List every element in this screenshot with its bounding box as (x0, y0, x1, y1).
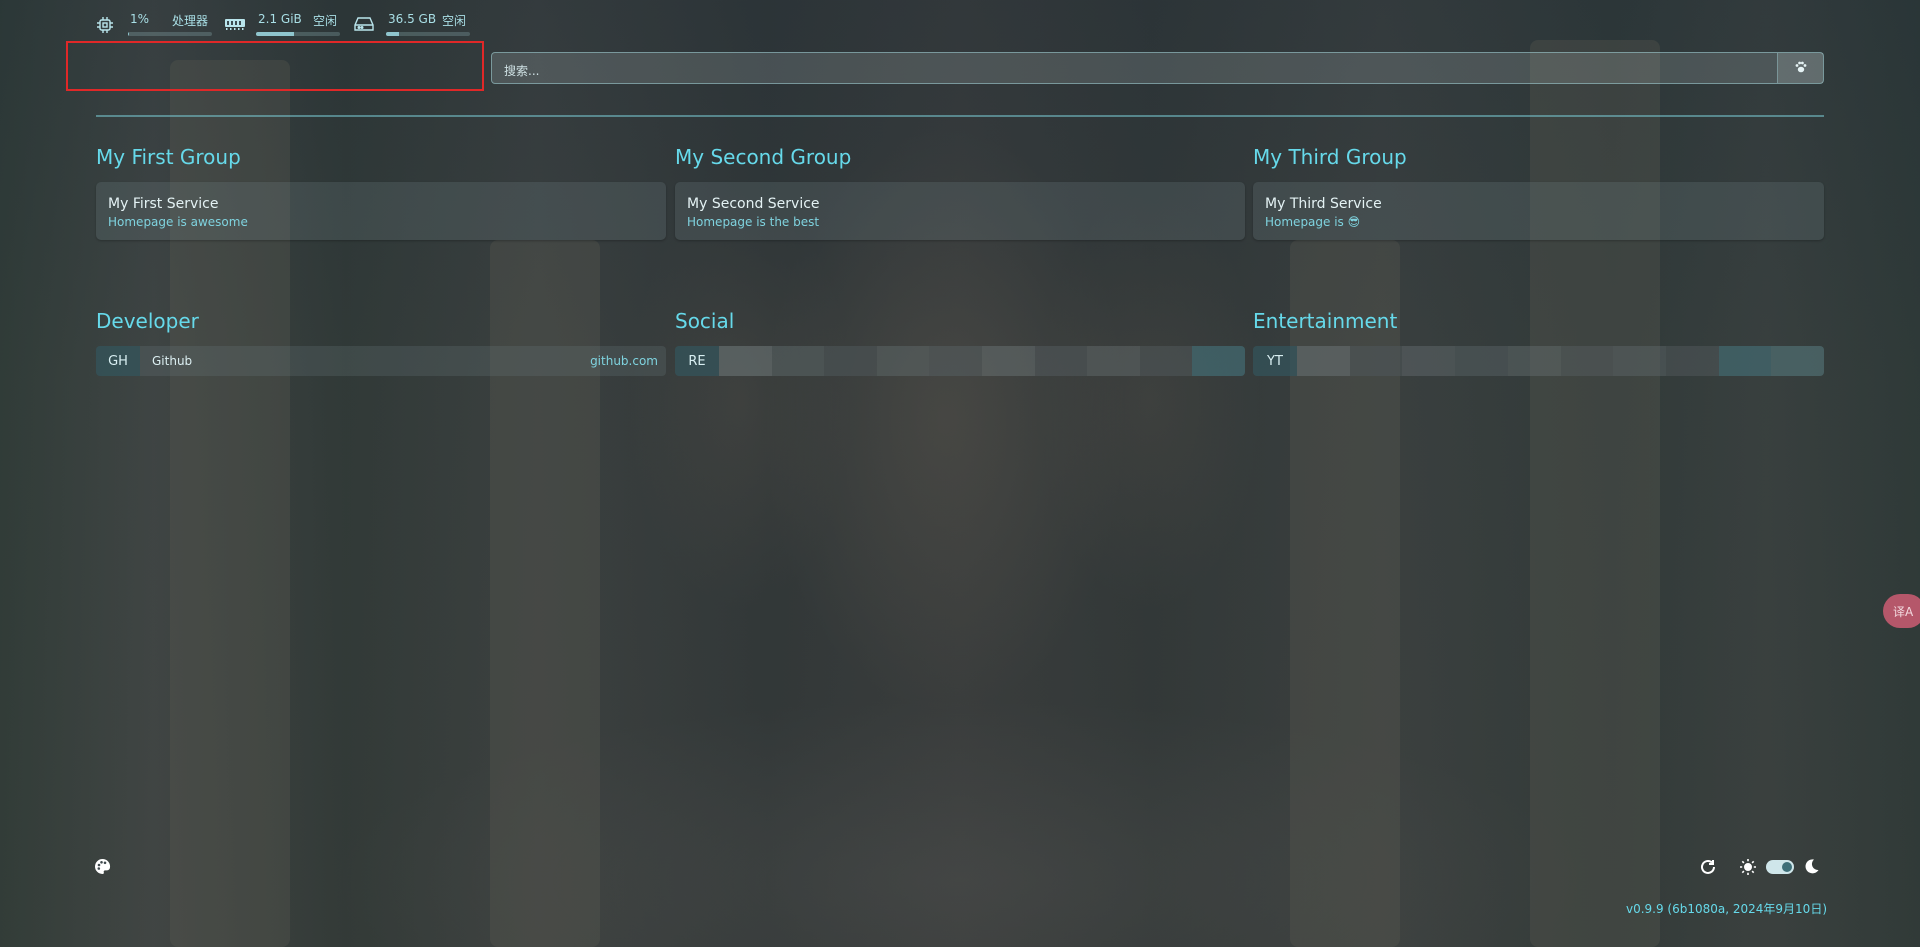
cpu-value: 1% (130, 12, 150, 26)
bookmark-url: github.com (590, 354, 658, 368)
bookmark-abbr: YT (1253, 346, 1297, 376)
service-card[interactable]: My Third Service Homepage is 😎 (1253, 182, 1824, 240)
refresh-icon[interactable] (1699, 858, 1717, 880)
theme-toggle[interactable] (1766, 860, 1794, 874)
disk-usage-fill (386, 32, 399, 36)
homepage-dashboard: 1% 处理器 2.1 GiB 空闲 36.5 GB 空闲 搜索... My Fi… (0, 0, 1920, 947)
translate-icon: 译A (1893, 604, 1914, 619)
redacted-bookmark-content (1297, 346, 1824, 376)
service-name: My Second Service (687, 196, 820, 212)
service-card[interactable]: My First Service Homepage is awesome (96, 182, 666, 240)
disk-widget: 36.5 GB 空闲 (354, 12, 470, 42)
bookmark-abbr: RE (675, 346, 719, 376)
memory-widget: 2.1 GiB 空闲 (224, 12, 340, 42)
disk-icon (354, 16, 374, 36)
cpu-usage-bar (128, 32, 212, 36)
bookmark-youtube[interactable]: YT (1253, 346, 1824, 376)
redacted-bookmark-content (719, 346, 1245, 376)
service-name: My First Service (108, 196, 219, 212)
memory-icon (224, 16, 246, 36)
palette-icon[interactable] (94, 858, 111, 879)
service-description: Homepage is 😎 (1265, 215, 1361, 229)
group-title: My Third Group (1253, 145, 1407, 169)
service-description: Homepage is the best (687, 215, 820, 229)
cpu-icon (96, 16, 114, 38)
memory-usage-bar (256, 32, 340, 36)
bookmark-name: Github (152, 354, 193, 368)
bookmark-group-title: Social (675, 309, 735, 333)
search-bar[interactable]: 搜索... (491, 52, 1824, 84)
service-description: Homepage is awesome (108, 215, 248, 229)
disk-usage-bar (386, 32, 470, 36)
bookmark-github[interactable]: GH Github github.com (96, 346, 666, 376)
resource-widgets (66, 41, 484, 91)
service-name: My Third Service (1265, 196, 1382, 212)
cpu-label: 处理器 (172, 14, 209, 28)
search-input[interactable]: 搜索... (504, 62, 539, 79)
disk-label: 空闲 (442, 14, 467, 28)
bookmark-group-title: Developer (96, 309, 199, 333)
search-engine-button[interactable] (1777, 53, 1823, 83)
cpu-usage-fill (128, 32, 129, 36)
sun-icon[interactable] (1739, 858, 1757, 880)
bookmark-abbr: GH (96, 346, 140, 376)
paw-icon (1794, 59, 1808, 78)
cpu-widget: 1% 处理器 (96, 12, 212, 42)
translate-button[interactable]: 译A (1883, 594, 1920, 628)
group-title: My Second Group (675, 145, 852, 169)
toggle-knob (1782, 862, 1792, 872)
bookmark-group-title: Entertainment (1253, 309, 1398, 333)
group-title: My First Group (96, 145, 241, 169)
memory-usage-fill (256, 32, 294, 36)
version-label: v0.9.9 (6b1080a, 2024年9月10日) (1625, 902, 1827, 916)
service-card[interactable]: My Second Service Homepage is the best (675, 182, 1245, 240)
memory-value: 2.1 GiB (258, 12, 302, 26)
header-divider (96, 115, 1824, 117)
memory-label: 空闲 (313, 14, 338, 28)
moon-icon[interactable] (1803, 858, 1820, 879)
bookmark-reddit[interactable]: RE (675, 346, 1245, 376)
disk-value: 36.5 GB (388, 12, 437, 26)
